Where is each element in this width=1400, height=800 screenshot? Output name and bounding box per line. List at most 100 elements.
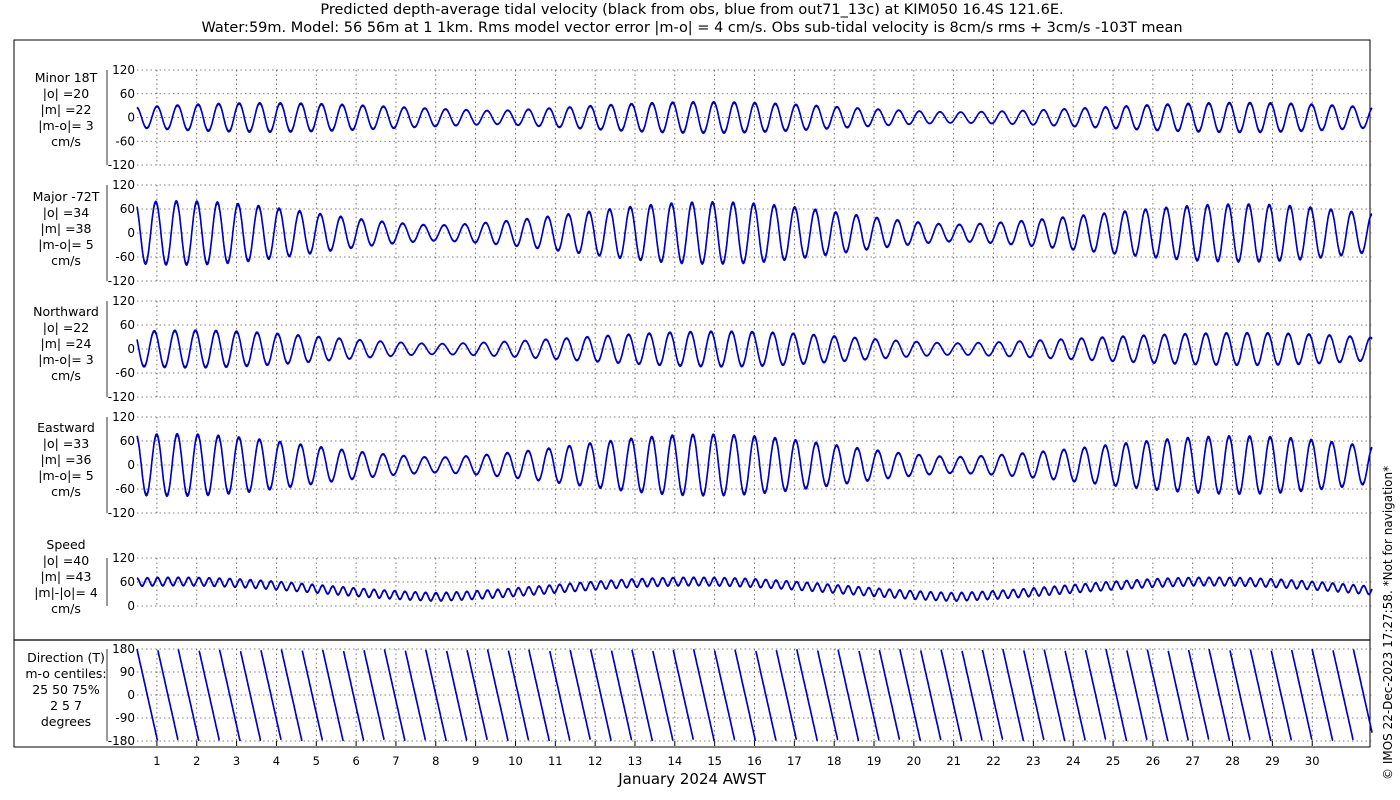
panel-label-direction: 25 50 75% — [32, 682, 100, 697]
x-tick-label: 14 — [668, 754, 683, 768]
y-tick-label-major: -60 — [115, 250, 135, 264]
x-tick-label: 6 — [352, 754, 359, 768]
side-note: © IMOS 22-Dec-2023 17:27:58. *Not for na… — [1381, 466, 1395, 780]
panel-eastward: -120 -60 0 60 120 Eastward|o| =33|m| =36|m-o|… — [37, 410, 1373, 520]
x-tick-label: 30 — [1305, 754, 1320, 768]
x-tick-label: 11 — [548, 754, 563, 768]
panel-northward: -120 -60 0 60 120 Northward|o| =22|m| =24|m-o… — [33, 294, 1373, 404]
y-tick-label-major: 120 — [112, 178, 135, 192]
x-tick-label: 5 — [313, 754, 320, 768]
panel-label-speed: cm/s — [51, 601, 81, 616]
x-tick-label: 18 — [827, 754, 842, 768]
y-tick-label-eastward: 120 — [112, 410, 135, 424]
y-tick-label-direction: -90 — [115, 711, 135, 725]
x-tick-label: 7 — [392, 754, 399, 768]
y-tick-label-minor: 120 — [112, 63, 135, 77]
panel-label-speed: |m|-|o|= 4 — [34, 585, 98, 600]
y-tick-label-major: 0 — [127, 226, 135, 240]
panel-label-northward: |m| =24 — [41, 336, 92, 351]
panel-label-northward: |o| =22 — [43, 320, 89, 335]
panel-label-eastward: |m-o|= 5 — [38, 468, 93, 483]
x-tick-label: 1 — [153, 754, 160, 768]
y-tick-label-northward: 60 — [120, 318, 135, 332]
panel-label-direction: 2 5 7 — [50, 698, 82, 713]
y-tick-label-northward: -60 — [115, 366, 135, 380]
panel-label-major: |m-o|= 5 — [38, 237, 93, 252]
y-tick-label-minor: 0 — [127, 111, 135, 125]
chart-title-line-1: Predicted depth-average tidal velocity (… — [320, 2, 1063, 18]
y-tick-label-major: 60 — [120, 202, 135, 216]
panel-label-speed: Speed — [46, 537, 85, 552]
panels-group: -120-60060120Minor 18T|o| =20|m| =22|m-o… — [25, 63, 1373, 748]
y-tick-label-direction: 90 — [120, 665, 135, 679]
panel-label-direction: m-o centiles: — [25, 666, 106, 681]
x-tick-label: 15 — [707, 754, 722, 768]
x-tick-label: 17 — [787, 754, 802, 768]
panel-label-eastward: |o| =33 — [43, 436, 89, 451]
panel-label-direction: degrees — [41, 714, 91, 729]
panel-label-major: |o| =34 — [43, 205, 89, 220]
panel-label-minor: |m-o|= 3 — [38, 118, 93, 133]
panel-label-speed: |m| =43 — [41, 569, 92, 584]
x-tick-label: 20 — [907, 754, 922, 768]
y-tick-label-northward: -120 — [108, 390, 135, 404]
y-tick-label-eastward: -120 — [108, 506, 135, 520]
y-tick-label-speed: 60 — [120, 575, 135, 589]
x-axis-label: January 2024 AWST — [617, 770, 766, 788]
y-tick-label-minor: -120 — [108, 158, 135, 172]
x-tick-label: 8 — [432, 754, 439, 768]
x-tick-label: 29 — [1265, 754, 1280, 768]
x-tick-label: 24 — [1066, 754, 1081, 768]
x-tick-label: 22 — [986, 754, 1001, 768]
panel-label-major: Major -72T — [33, 189, 100, 204]
x-tick-label: 9 — [472, 754, 479, 768]
x-axis-ticks: 1 2 3 4 5 6 7 8 9 10 11 12 13 14 15 16 17 18 19 20 21 22 23 24 2… — [153, 741, 1320, 768]
y-tick-label-speed: 120 — [112, 551, 135, 565]
x-tick-label: 28 — [1225, 754, 1240, 768]
tidal-velocity-figure: Predicted depth-average tidal velocity (… — [13, 2, 1395, 788]
panel-label-major: |m| =38 — [41, 221, 92, 236]
panel-label-direction: Direction (T) — [27, 650, 105, 665]
panel-direction: -180-90090180Direction (T)m-o centiles:2… — [25, 642, 1373, 748]
panel-label-minor: Minor 18T — [35, 70, 98, 85]
panel-label-eastward: |m| =36 — [41, 452, 92, 467]
x-tick-label: 12 — [588, 754, 603, 768]
y-tick-label-major: -120 — [108, 274, 135, 288]
panel-label-minor: |o| =20 — [43, 86, 89, 101]
panel-speed: 0 60 120 Speed|o| =40|m| =43|m|-|o|= 4cm/s — [34, 537, 1373, 616]
y-tick-label-northward: 0 — [127, 342, 135, 356]
x-tick-label: 4 — [273, 754, 280, 768]
y-tick-label-eastward: -60 — [115, 482, 135, 496]
x-tick-label: 23 — [1026, 754, 1041, 768]
x-tick-label: 2 — [193, 754, 200, 768]
x-tick-label: 21 — [946, 754, 961, 768]
y-tick-label-eastward: 60 — [120, 434, 135, 448]
panel-label-northward: |m-o|= 3 — [38, 352, 93, 367]
y-tick-label-speed: 0 — [127, 599, 135, 613]
y-tick-label-direction: -180 — [108, 734, 135, 748]
x-tick-label: 10 — [508, 754, 523, 768]
x-tick-label: 19 — [867, 754, 882, 768]
panel-minor: -120 -60 0 60 120 Minor 18T|o| =20|m| =22|m-o… — [35, 63, 1373, 172]
x-tick-label: 16 — [747, 754, 762, 768]
panel-label-major: cm/s — [51, 253, 81, 268]
x-tick-label: 25 — [1106, 754, 1121, 768]
y-tick-label-eastward: 0 — [127, 458, 135, 472]
x-tick-label: 13 — [628, 754, 643, 768]
y-tick-label-direction: 0 — [127, 688, 135, 702]
y-tick-label-northward: 120 — [112, 294, 135, 308]
panel-label-northward: Northward — [33, 304, 99, 319]
outer-frame — [13, 39, 1371, 748]
panel-label-eastward: Eastward — [37, 420, 95, 435]
panel-major: -120 -60 0 60 120 Major -72T|o| =34|m| =38|m-… — [33, 178, 1373, 288]
panel-label-eastward: cm/s — [51, 484, 81, 499]
y-tick-label-minor: -60 — [115, 134, 135, 148]
panel-label-northward: cm/s — [51, 368, 81, 383]
chart-title-line-2: Water:59m. Model: 56 56m at 1 1km. Rms m… — [201, 20, 1182, 36]
panel-label-speed: |o| =40 — [43, 553, 89, 568]
y-tick-label-direction: 180 — [112, 642, 135, 656]
panel-label-minor: |m| =22 — [41, 102, 92, 117]
speed-model-series — [136, 576, 1373, 602]
y-tick-label-minor: 60 — [120, 87, 135, 101]
x-tick-label: 27 — [1185, 754, 1200, 768]
